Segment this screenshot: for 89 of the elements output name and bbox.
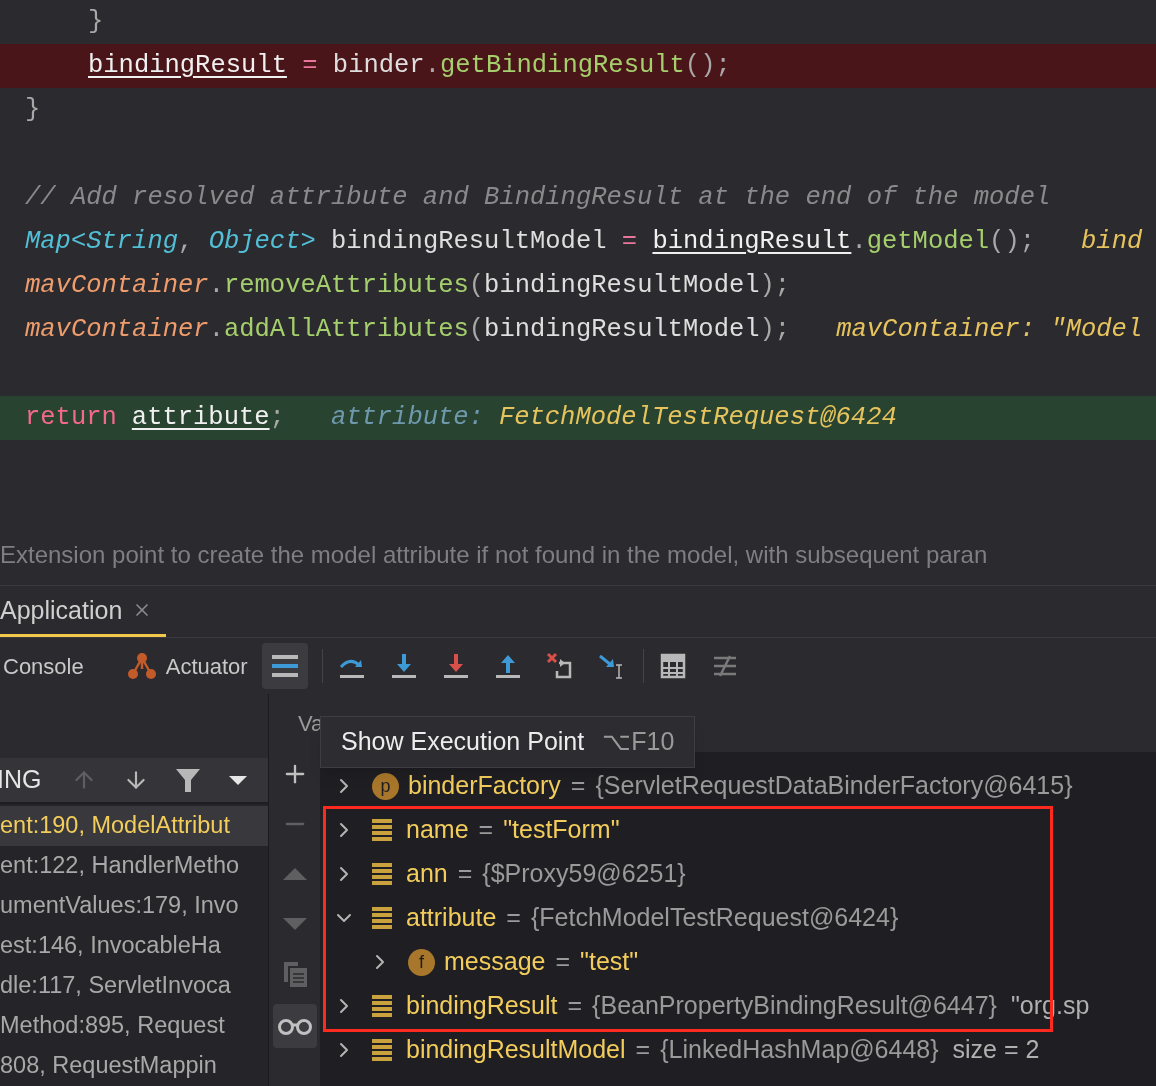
code-token: binder	[332, 49, 425, 82]
shortcut-text: ⌥F10	[602, 726, 675, 758]
code-token: return	[25, 401, 117, 434]
stack-frame[interactable]: umentValues:179, Invo	[0, 886, 268, 926]
lines-icon	[271, 655, 298, 678]
stack-icon	[372, 863, 392, 885]
variable-value: {BeanPropertyBindingResult@6447}	[592, 990, 997, 1022]
nodes-icon	[125, 651, 158, 682]
layout-button[interactable]	[261, 643, 308, 690]
variable-value: {ServletRequestDataBinderFactory@6415}	[595, 770, 1073, 802]
stack-frame[interactable]: Method:895, Request	[0, 1006, 268, 1046]
code-token: bindingResult	[652, 225, 852, 258]
equals-sign: =	[567, 990, 583, 1022]
variable-name: message	[444, 946, 546, 978]
variable-value: {$Proxy59@6251}	[482, 858, 686, 890]
code-token: mavContainer	[25, 269, 209, 302]
code-token: ();	[684, 49, 731, 82]
code-token: }	[25, 93, 41, 126]
equals-sign: =	[555, 946, 571, 978]
variable-name: binderFactory	[408, 770, 561, 802]
stack-icon	[372, 1039, 392, 1061]
trace-icon[interactable]	[711, 654, 738, 679]
stack-icon	[372, 907, 392, 929]
glasses-icon	[277, 1017, 312, 1035]
code-token: bindingResultModel	[484, 313, 760, 346]
code-token: // Add resolved attribute and BindingResult at the end of the model	[25, 181, 1051, 214]
code-token: }	[88, 5, 104, 38]
code-token: Object>	[208, 225, 316, 258]
code-token: bindingResult	[88, 49, 287, 82]
inline-hint-label: attribute:	[330, 401, 484, 434]
inline-value-hint: FetchModelTestRequest@6424	[498, 401, 897, 434]
stack-icon	[372, 995, 392, 1017]
code-token: bindingResultModel	[330, 225, 608, 258]
code-token: ,	[178, 225, 195, 258]
code-token: mavContainer	[25, 313, 209, 346]
code-token: bindingResultModel	[484, 269, 760, 302]
stack-frame[interactable]: dle:117, ServletInvoca	[0, 966, 268, 1006]
code-token: (	[468, 269, 485, 302]
equals-sign: =	[506, 902, 521, 934]
variable-name: ann	[406, 858, 448, 890]
code-token: );	[759, 269, 791, 302]
code-token: removeAttributes	[223, 269, 469, 302]
equals-sign: =	[457, 858, 473, 890]
member-icon: p	[372, 772, 399, 800]
toolbar-tab[interactable]: Actuator	[125, 649, 262, 683]
code-token: Map<String	[25, 225, 179, 258]
code-token: getModel	[866, 225, 990, 258]
variable-value: {LinkedHashMap@6448}	[660, 1034, 939, 1066]
code-token: .	[208, 269, 224, 302]
code-token: =	[621, 225, 639, 258]
variable-name: attribute	[406, 902, 497, 934]
variable-name: name	[406, 814, 469, 846]
stack-icon	[372, 819, 392, 841]
stack-frame[interactable]: ent:190, ModelAttribut	[0, 806, 268, 846]
code-token: ;	[269, 401, 285, 434]
filter-icon[interactable]	[175, 767, 201, 793]
inline-value-hint: bind	[1081, 225, 1143, 258]
code-token: .	[424, 49, 440, 82]
code-token: =	[301, 49, 319, 82]
stack-frame[interactable]: est:146, InvocableHa	[0, 926, 268, 966]
variable-value: "testForm"	[503, 814, 620, 846]
toolbar-tab[interactable]: Console	[0, 649, 126, 683]
variable-name: bindingResult	[406, 990, 558, 1022]
equals-sign: =	[570, 770, 586, 802]
dropdown-icon[interactable]	[229, 774, 247, 786]
tooltip-text: Show Execution Point	[341, 726, 585, 758]
code-token: (	[468, 313, 485, 346]
variable-extra: size = 2	[952, 1034, 1040, 1066]
calculator-icon[interactable]	[659, 653, 686, 680]
thread-label[interactable]: ING	[0, 761, 71, 799]
watches-toggle[interactable]	[272, 1004, 317, 1048]
variable-name: bindingResultModel	[406, 1034, 626, 1066]
inline-value-hint: mavContainer: "Model	[836, 313, 1143, 346]
code-token: );	[759, 313, 791, 346]
variable-value: {FetchModelTestRequest@6424}	[530, 902, 899, 934]
code-token: attribute	[131, 401, 270, 434]
tool-window-tab[interactable]: Application	[0, 586, 167, 638]
stack-frame[interactable]: ent:122, HandlerMetho	[0, 846, 268, 886]
code-token: addAllAttributes	[223, 313, 469, 346]
equals-sign: =	[478, 814, 494, 846]
variable-value: "test"	[580, 946, 639, 978]
equals-sign: =	[635, 1034, 651, 1066]
code-token: getBindingResult	[440, 49, 685, 82]
code-token: .	[208, 313, 224, 346]
member-icon: f	[408, 948, 435, 976]
stack-frame[interactable]: 808, RequestMappin	[0, 1046, 268, 1086]
code-token: ();	[989, 225, 1036, 258]
doc-comment: Extension point to create the model attribute if not found in the model, with subsequent paran	[0, 540, 989, 571]
code-token: .	[851, 225, 867, 258]
